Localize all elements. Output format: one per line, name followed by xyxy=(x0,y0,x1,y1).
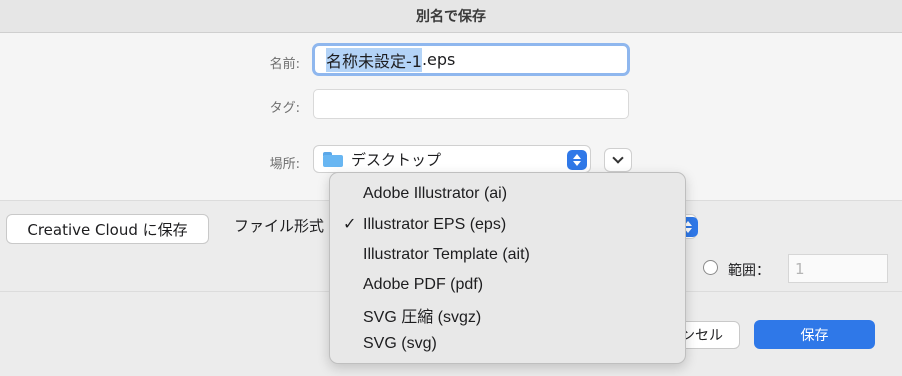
filename-extension: .eps xyxy=(421,50,456,69)
folder-icon xyxy=(323,151,343,167)
save-to-creative-cloud-button[interactable]: Creative Cloud に保存 xyxy=(6,214,209,244)
location-label: 場所: xyxy=(269,157,300,172)
range-label: 範囲： xyxy=(728,263,770,279)
save-button[interactable]: 保存 xyxy=(754,320,875,349)
format-menu-item[interactable]: Adobe Illustrator (ai) xyxy=(330,179,685,209)
format-menu-item-selected[interactable]: ✓ Illustrator EPS (eps) xyxy=(330,210,685,240)
format-menu-item[interactable]: Adobe PDF (pdf) xyxy=(330,270,685,300)
filename-selected-text: 名称未設定-1 xyxy=(326,47,422,72)
format-menu-item[interactable]: SVG (svg) xyxy=(330,329,685,359)
tags-label: タグ: xyxy=(269,101,300,116)
format-label: ファイル形式 xyxy=(234,217,325,235)
format-menu-item[interactable]: Illustrator Template (ait) xyxy=(330,240,685,270)
location-value: デスクトップ xyxy=(351,150,442,169)
filename-input[interactable]: 名称未設定-1 .eps xyxy=(312,43,630,76)
location-select[interactable]: デスクトップ xyxy=(313,145,591,173)
file-format-menu: Adobe Illustrator (ai) ✓ Illustrator EPS… xyxy=(329,172,686,364)
expand-button[interactable] xyxy=(604,148,632,172)
range-input[interactable]: 1 xyxy=(788,254,888,283)
range-radio[interactable] xyxy=(703,260,718,275)
location-stepper-icon[interactable] xyxy=(567,150,587,170)
format-menu-item[interactable]: SVG 圧縮 (svgz) xyxy=(330,300,685,330)
checkmark-icon: ✓ xyxy=(343,216,357,233)
name-label: 名前: xyxy=(269,57,300,72)
tags-input[interactable] xyxy=(313,89,629,119)
window-title: 別名で保存 xyxy=(416,9,486,25)
chevron-down-icon xyxy=(612,152,624,164)
window-titlebar: 別名で保存 xyxy=(0,0,902,33)
